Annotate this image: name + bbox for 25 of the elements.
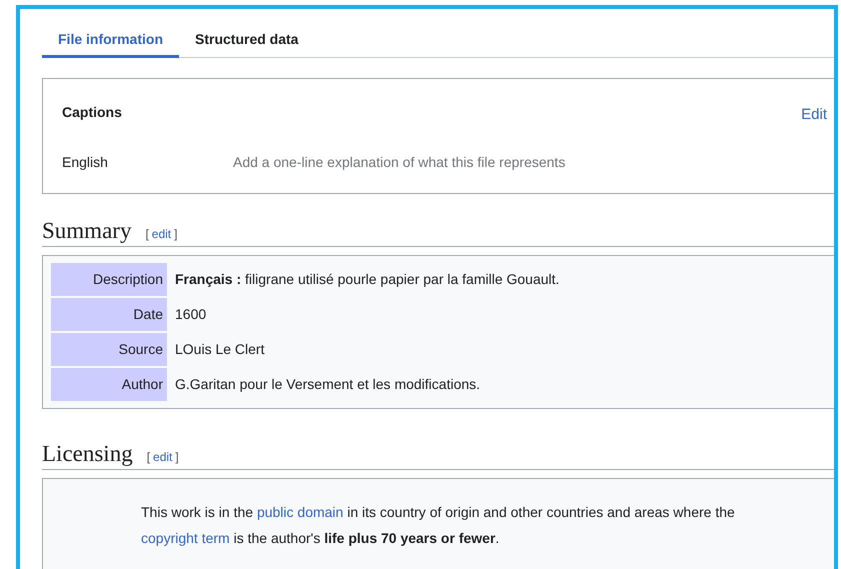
bracket: ] <box>175 450 179 464</box>
edit-link[interactable]: Edit <box>801 106 827 123</box>
edit-link[interactable]: edit <box>153 450 172 464</box>
language-label: English <box>62 154 109 170</box>
bracket: [ <box>145 227 149 241</box>
caption-placeholder[interactable]: Add a one-line explanation of what this file represents <box>233 154 566 170</box>
license-link[interactable]: public domain <box>256 504 344 520</box>
bracket: [ <box>146 450 150 464</box>
table-cell-text: Français : filigrane utilisé pourle papier par la famille Gouault. <box>174 270 560 289</box>
summary-heading: Summary <box>42 218 132 244</box>
license-link[interactable]: copyright term <box>141 530 230 546</box>
tab[interactable]: File information <box>42 23 179 58</box>
table-cell-text: G.Garitan pour le Versement et les modifications. <box>174 375 482 394</box>
bracket: ] <box>174 227 178 241</box>
licensing-heading: Licensing <box>42 441 133 467</box>
table-header-cell: Date <box>51 298 167 331</box>
table-cell-text: LOuis Le Clert <box>174 340 266 359</box>
table-header-cell: Description <box>51 263 167 296</box>
edit-link[interactable]: edit <box>152 227 172 241</box>
table-header-cell: Author <box>51 368 167 401</box>
table-header-cell: Source <box>51 333 167 366</box>
captions-title: Captions <box>62 104 122 120</box>
tab[interactable]: Structured data <box>179 23 314 58</box>
table-cell-text: 1600 <box>174 305 208 324</box>
license-text: This work is in the public domain in its country of origin and other countries and areas where the copyright term is the author's life plus 70 years or fewer. <box>141 503 736 548</box>
